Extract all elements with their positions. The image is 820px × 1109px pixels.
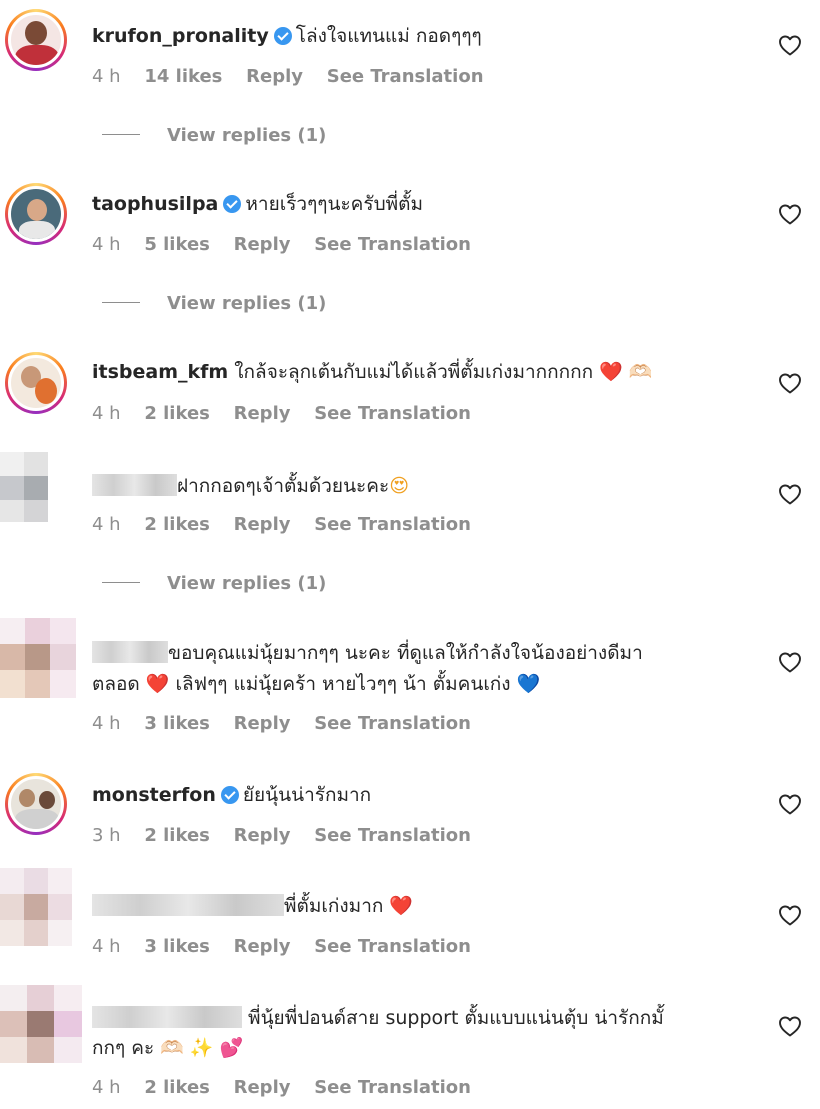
avatar[interactable] bbox=[5, 773, 67, 835]
comment-text-continued: กกๆ คะ bbox=[92, 1037, 155, 1059]
see-translation-button[interactable]: See Translation bbox=[314, 403, 471, 424]
emoji: 💙 bbox=[516, 673, 541, 695]
avatar[interactable] bbox=[0, 452, 70, 522]
comment-time: 4 h bbox=[92, 936, 121, 957]
comment-likes[interactable]: 5 likes bbox=[144, 234, 210, 255]
comment-likes[interactable]: 2 likes bbox=[144, 403, 210, 424]
blurred-username bbox=[92, 474, 177, 496]
comment-likes[interactable]: 2 likes bbox=[144, 514, 210, 535]
heart-outline-icon[interactable] bbox=[778, 34, 802, 56]
comment-text: ฝากกอดๆเจ้าตั้มด้วยนะคะ bbox=[177, 475, 390, 497]
emoji: 😍 bbox=[389, 475, 409, 497]
reply-button[interactable]: Reply bbox=[234, 825, 291, 846]
comment-likes[interactable]: 2 likes bbox=[144, 1077, 210, 1098]
reply-button[interactable]: Reply bbox=[234, 1077, 291, 1098]
heart-outline-icon[interactable] bbox=[778, 372, 802, 394]
avatar[interactable] bbox=[0, 618, 76, 698]
comment-text: ขอบคุณแม่นุ้ยมากๆๆ นะคะ ที่ดูแลให้กำลังใ… bbox=[168, 642, 643, 664]
heart-outline-icon[interactable] bbox=[778, 651, 802, 673]
verified-badge-icon bbox=[220, 786, 239, 804]
comment-username[interactable]: taophusilpa bbox=[92, 193, 218, 215]
avatar[interactable] bbox=[0, 868, 72, 946]
comment-text-continued: เลิฟๆๆ แม่นุ้ยคร้า หายไวๆๆ น้า ตั้มคนเก่… bbox=[175, 673, 511, 695]
verified-badge-icon bbox=[273, 27, 292, 45]
see-translation-button[interactable]: See Translation bbox=[314, 936, 471, 957]
see-translation-button[interactable]: See Translation bbox=[314, 514, 471, 535]
view-replies-button[interactable]: View replies (1) bbox=[102, 125, 326, 146]
see-translation-button[interactable]: See Translation bbox=[327, 66, 484, 87]
view-replies-button[interactable]: View replies (1) bbox=[102, 573, 326, 594]
heart-outline-icon[interactable] bbox=[778, 904, 802, 926]
view-replies-button[interactable]: View replies (1) bbox=[102, 293, 326, 314]
blurred-username bbox=[92, 641, 168, 663]
comment-time: 4 h bbox=[92, 1077, 121, 1098]
emoji: ❤️ bbox=[145, 673, 170, 695]
reply-button[interactable]: Reply bbox=[234, 403, 291, 424]
reply-button[interactable]: Reply bbox=[234, 936, 291, 957]
heart-outline-icon[interactable] bbox=[778, 203, 802, 225]
emoji: ❤️ 🫶🏻 bbox=[599, 361, 653, 383]
heart-outline-icon[interactable] bbox=[778, 1015, 802, 1037]
comment-time: 3 h bbox=[92, 825, 121, 846]
divider bbox=[102, 134, 140, 135]
reply-button[interactable]: Reply bbox=[246, 66, 303, 87]
verified-badge-icon bbox=[223, 195, 242, 213]
blurred-username bbox=[92, 1006, 242, 1028]
comment-text: หายเร็วๆๆนะครับพี่ตั้ม bbox=[245, 193, 424, 215]
divider bbox=[102, 582, 140, 583]
divider bbox=[102, 302, 140, 303]
comment-text: ยัยนุ้นน่ารักมาก bbox=[242, 784, 372, 806]
comment-text: พี่นุ้ยพี่ปอนด์สาย support ตั้มแบบแน่นตุ… bbox=[248, 1007, 664, 1029]
avatar[interactable] bbox=[5, 9, 67, 71]
comment-likes[interactable]: 3 likes bbox=[144, 713, 210, 734]
blurred-username bbox=[92, 894, 284, 916]
comment-time: 4 h bbox=[92, 713, 121, 734]
avatar[interactable] bbox=[5, 352, 67, 414]
heart-outline-icon[interactable] bbox=[778, 483, 802, 505]
comment-time: 4 h bbox=[92, 66, 121, 87]
emoji: ❤️ bbox=[389, 895, 414, 917]
comment-time: 4 h bbox=[92, 403, 121, 424]
comment-username[interactable]: monsterfon bbox=[92, 784, 216, 806]
see-translation-button[interactable]: See Translation bbox=[314, 234, 471, 255]
reply-button[interactable]: Reply bbox=[234, 713, 291, 734]
heart-outline-icon[interactable] bbox=[778, 793, 802, 815]
emoji: 🫶🏻 ✨ 💕 bbox=[160, 1037, 244, 1059]
see-translation-button[interactable]: See Translation bbox=[314, 1077, 471, 1098]
comment-likes[interactable]: 3 likes bbox=[144, 936, 210, 957]
comment-likes[interactable]: 14 likes bbox=[144, 66, 222, 87]
reply-button[interactable]: Reply bbox=[234, 514, 291, 535]
comment-time: 4 h bbox=[92, 514, 121, 535]
comment-username[interactable]: krufon_pronality bbox=[92, 25, 269, 47]
comment-text-continued: ตลอด bbox=[92, 673, 140, 695]
comment-username[interactable]: itsbeam_kfm bbox=[92, 361, 228, 383]
comment-text: พี่ตั้มเก่งมาก bbox=[284, 895, 384, 917]
comment-likes[interactable]: 2 likes bbox=[144, 825, 210, 846]
see-translation-button[interactable]: See Translation bbox=[314, 825, 471, 846]
comment-text: โล่งใจแทนแม่ กอดๆๆๆ bbox=[295, 25, 482, 47]
comment-time: 4 h bbox=[92, 234, 121, 255]
reply-button[interactable]: Reply bbox=[234, 234, 291, 255]
avatar[interactable] bbox=[0, 985, 82, 1063]
see-translation-button[interactable]: See Translation bbox=[314, 713, 471, 734]
avatar[interactable] bbox=[5, 183, 67, 245]
comment-text: ใกล้จะลุกเต้นกับแม่ได้แล้วพี่ตั้มเก่งมาก… bbox=[234, 361, 594, 383]
